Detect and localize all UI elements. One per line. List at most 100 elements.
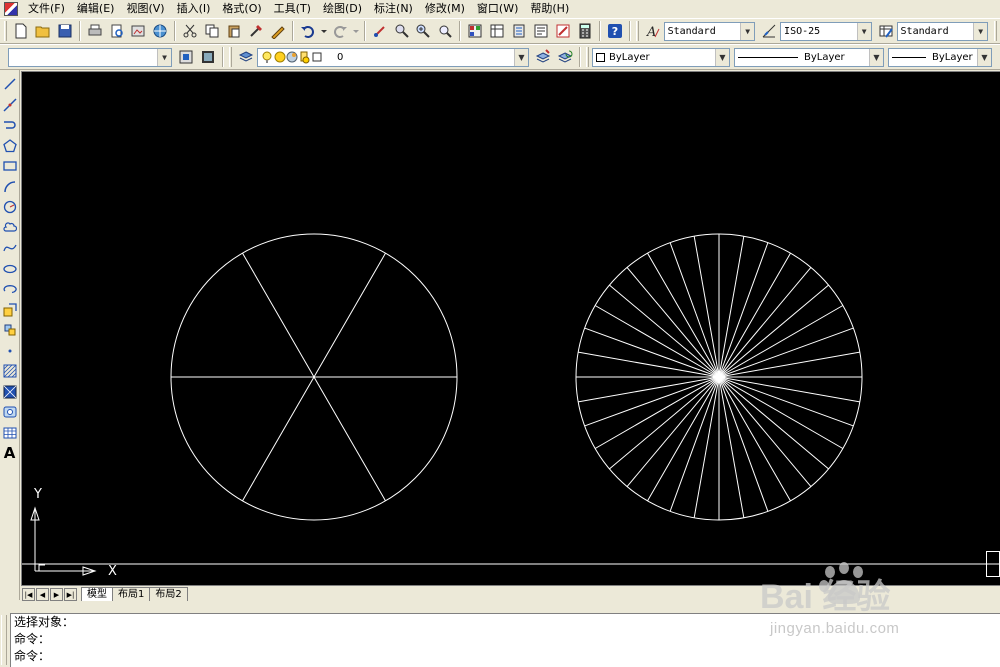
properties-icon[interactable] bbox=[465, 21, 485, 41]
chevron-down-icon[interactable]: ▼ bbox=[715, 48, 729, 66]
hatch-icon[interactable] bbox=[1, 361, 19, 382]
toolbar-grip[interactable] bbox=[229, 47, 232, 67]
print-icon[interactable] bbox=[85, 21, 105, 41]
text-style-icon[interactable]: A bbox=[643, 21, 663, 41]
workspace-settings-icon[interactable] bbox=[176, 47, 196, 67]
last-tab-icon[interactable]: ▶| bbox=[64, 588, 77, 601]
chevron-down-icon[interactable]: ▼ bbox=[977, 48, 991, 66]
region-icon[interactable] bbox=[1, 402, 19, 423]
drawing-area[interactable]: Y X bbox=[22, 72, 1000, 587]
publish-web-icon[interactable] bbox=[150, 21, 170, 41]
tab-layout1[interactable]: 布局1 bbox=[112, 587, 151, 601]
menu-edit[interactable]: 编辑(E) bbox=[71, 1, 121, 17]
print-preview-icon[interactable] bbox=[107, 21, 127, 41]
rectangle-icon[interactable] bbox=[1, 156, 19, 177]
construction-line-icon[interactable] bbox=[1, 95, 19, 116]
command-window-grip[interactable] bbox=[1, 615, 7, 665]
radius-line[interactable] bbox=[242, 252, 315, 378]
tab-model[interactable]: 模型 bbox=[81, 587, 113, 601]
insert-block-icon[interactable] bbox=[1, 300, 19, 321]
first-tab-icon[interactable]: |◀ bbox=[22, 588, 35, 601]
pan-icon[interactable] bbox=[370, 21, 390, 41]
layer-previous-icon[interactable] bbox=[555, 47, 575, 67]
app-logo-icon[interactable] bbox=[4, 2, 18, 16]
radius-line[interactable] bbox=[313, 252, 386, 378]
circle-thirty-six-divisions[interactable] bbox=[575, 233, 863, 521]
linetype-select[interactable]: ByLayer ▼ bbox=[734, 47, 884, 67]
color-select[interactable]: ByLayer ▼ bbox=[592, 47, 730, 67]
zoom-window-icon[interactable] bbox=[414, 21, 434, 41]
toolbar-grip[interactable] bbox=[586, 47, 589, 67]
command-prompt[interactable]: 命令： bbox=[14, 648, 1000, 665]
point-icon[interactable] bbox=[1, 341, 19, 362]
radius-line[interactable] bbox=[242, 376, 315, 502]
chevron-down-icon[interactable]: ▼ bbox=[856, 22, 871, 40]
redo-icon[interactable] bbox=[330, 21, 350, 41]
toolbar-grip[interactable] bbox=[635, 21, 639, 41]
ellipse-icon[interactable] bbox=[1, 259, 19, 280]
multiline-text-icon[interactable]: A bbox=[1, 443, 19, 464]
chevron-down-icon[interactable]: ▼ bbox=[869, 48, 883, 66]
chevron-down-icon[interactable]: ▼ bbox=[157, 48, 171, 66]
block-editor-icon[interactable] bbox=[268, 21, 288, 41]
layer-select[interactable]: 0 ▼ bbox=[257, 47, 529, 67]
paste-icon[interactable] bbox=[224, 21, 244, 41]
new-file-icon[interactable] bbox=[11, 21, 31, 41]
calculator-icon[interactable] bbox=[575, 21, 595, 41]
next-tab-icon[interactable]: ▶ bbox=[50, 588, 63, 601]
tab-layout2[interactable]: 布局2 bbox=[149, 587, 188, 601]
toolbar-grip[interactable] bbox=[4, 21, 7, 41]
table-style-select[interactable]: Standard ▼ bbox=[896, 21, 989, 41]
menu-insert[interactable]: 插入(I) bbox=[171, 1, 217, 17]
menu-file[interactable]: 文件(F) bbox=[22, 1, 71, 17]
menu-dimension[interactable]: 标注(N) bbox=[368, 1, 419, 17]
circle-six-divisions[interactable] bbox=[170, 233, 458, 521]
design-center-icon[interactable] bbox=[487, 21, 507, 41]
undo-icon[interactable] bbox=[298, 21, 318, 41]
sheet-set-icon[interactable] bbox=[531, 21, 551, 41]
menu-view[interactable]: 视图(V) bbox=[120, 1, 170, 17]
command-history[interactable]: 选择对象： 命令： 命令： bbox=[10, 613, 1000, 667]
toolbar-grip[interactable] bbox=[994, 21, 998, 41]
previous-tab-icon[interactable]: ◀ bbox=[36, 588, 49, 601]
radius-line[interactable] bbox=[313, 376, 386, 502]
menu-tools[interactable]: 工具(T) bbox=[268, 1, 317, 17]
table-style-icon[interactable] bbox=[876, 21, 896, 41]
save-icon[interactable] bbox=[55, 21, 75, 41]
chevron-down-icon[interactable]: ▼ bbox=[740, 22, 755, 40]
menu-modify[interactable]: 修改(M) bbox=[419, 1, 471, 17]
menu-draw[interactable]: 绘图(D) bbox=[317, 1, 368, 17]
spline-icon[interactable] bbox=[1, 238, 19, 259]
redo-dropdown-icon[interactable] bbox=[352, 21, 360, 41]
undo-dropdown-icon[interactable] bbox=[320, 21, 328, 41]
save-workspace-icon[interactable] bbox=[198, 47, 218, 67]
dim-style-select[interactable]: ISO-25 ▼ bbox=[780, 21, 872, 41]
revision-cloud-icon[interactable] bbox=[1, 218, 19, 239]
match-properties-icon[interactable] bbox=[246, 21, 266, 41]
ellipse-arc-icon[interactable] bbox=[1, 279, 19, 300]
polygon-icon[interactable] bbox=[1, 136, 19, 157]
menu-help[interactable]: 帮助(H) bbox=[524, 1, 575, 17]
chevron-down-icon[interactable]: ▼ bbox=[973, 22, 988, 40]
publish-icon[interactable] bbox=[129, 21, 149, 41]
polyline-icon[interactable] bbox=[1, 115, 19, 136]
arc-icon[interactable] bbox=[1, 177, 19, 198]
lineweight-select[interactable]: ByLayer ▼ bbox=[888, 47, 992, 67]
gradient-icon[interactable] bbox=[1, 382, 19, 403]
markup-icon[interactable] bbox=[553, 21, 573, 41]
menu-window[interactable]: 窗口(W) bbox=[471, 1, 524, 17]
dim-style-icon[interactable] bbox=[759, 21, 779, 41]
make-object-layer-current-icon[interactable] bbox=[533, 47, 553, 67]
line-icon[interactable] bbox=[1, 74, 19, 95]
workspace-select[interactable]: ▼ bbox=[8, 47, 172, 67]
open-folder-icon[interactable] bbox=[33, 21, 53, 41]
layer-manager-icon[interactable] bbox=[236, 47, 256, 67]
scroll-handle[interactable] bbox=[986, 551, 1000, 577]
drawing-canvas[interactable]: Y X bbox=[21, 71, 1000, 586]
cut-icon[interactable] bbox=[180, 21, 200, 41]
menu-format[interactable]: 格式(O) bbox=[216, 1, 267, 17]
make-block-icon[interactable] bbox=[1, 320, 19, 341]
help-icon[interactable]: ? bbox=[605, 21, 625, 41]
circle-icon[interactable] bbox=[1, 197, 19, 218]
text-style-select[interactable]: Standard ▼ bbox=[663, 21, 756, 41]
